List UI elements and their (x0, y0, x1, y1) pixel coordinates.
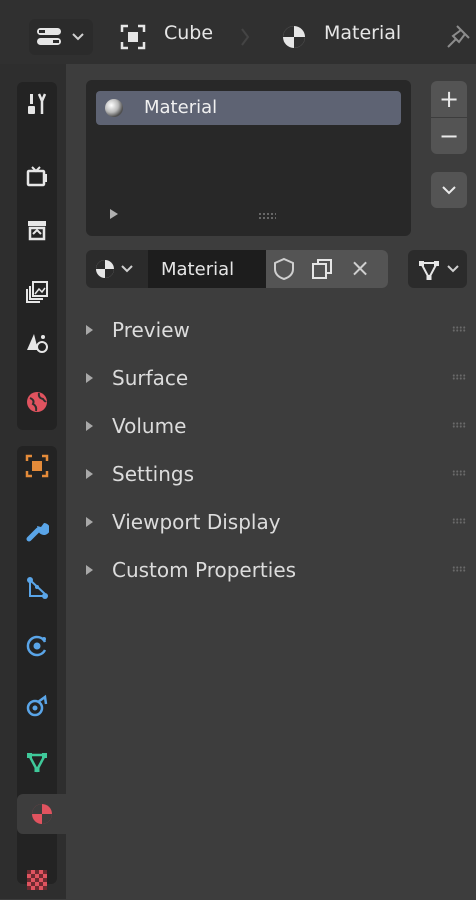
tab-modifiers[interactable] (17, 510, 57, 550)
mesh-link-icon (419, 261, 439, 281)
tab-physics[interactable] (17, 626, 57, 666)
tab-data[interactable] (17, 742, 57, 782)
drag-grip-icon[interactable] (452, 518, 466, 524)
material-slot-row[interactable]: Material (96, 91, 401, 125)
scene-icon (27, 334, 48, 353)
collapse-triangle-icon (86, 517, 93, 527)
breadcrumb-object[interactable]: Cube (164, 22, 213, 44)
material-actions: × (266, 250, 388, 288)
drag-grip-icon[interactable] (452, 326, 466, 332)
section-custom-properties[interactable]: Custom Properties (86, 550, 466, 590)
tab-material[interactable] (17, 794, 66, 834)
view-layer-icon (26, 281, 48, 303)
section-preview[interactable]: Preview (86, 310, 466, 350)
material-link-dropdown[interactable] (408, 250, 467, 288)
particles-icon (27, 577, 48, 599)
collapse-triangle-icon (86, 469, 93, 479)
tab-scene[interactable] (17, 322, 57, 362)
physics-icon (26, 635, 47, 657)
editor-type-dropdown[interactable] (29, 19, 93, 55)
breadcrumb-separator-icon (241, 28, 250, 46)
properties-header: Cube Material (0, 0, 476, 64)
material-red-icon (31, 804, 52, 824)
tab-group-scene (17, 82, 57, 430)
section-surface[interactable]: Surface (86, 358, 466, 398)
section-label: Preview (112, 318, 190, 342)
constraints-icon (26, 694, 48, 717)
collapse-triangle-icon (86, 421, 93, 431)
object-icon (120, 24, 146, 50)
editor-type-icon (37, 28, 84, 45)
object-orange-icon (25, 454, 49, 478)
section-settings[interactable]: Settings (86, 454, 466, 494)
tab-render[interactable] (17, 156, 57, 196)
tab-output[interactable] (17, 210, 57, 250)
drag-grip-icon[interactable] (452, 422, 466, 428)
chevron-down-icon (447, 265, 459, 273)
section-label: Volume (112, 414, 187, 438)
chevron-down-icon (442, 186, 456, 195)
wrench-icon (26, 523, 49, 542)
remove-slot-button[interactable]: − (431, 118, 467, 154)
remove-slot-label: − (438, 122, 460, 150)
tab-world[interactable] (17, 382, 57, 422)
tab-particles[interactable] (17, 568, 57, 608)
tab-texture[interactable] (17, 860, 57, 900)
world-icon (27, 392, 47, 412)
tool-icon (28, 93, 47, 114)
material-name-field[interactable]: Material (148, 250, 266, 288)
tab-view-layer[interactable] (17, 272, 57, 312)
material-browse-icon (96, 260, 114, 278)
tab-tool[interactable] (17, 84, 57, 124)
material-slot-label: Material (144, 97, 218, 118)
drag-grip-icon[interactable] (452, 374, 466, 380)
material-icon (283, 26, 305, 48)
section-viewport-display[interactable]: Viewport Display (86, 502, 466, 542)
section-label: Surface (112, 366, 189, 390)
section-label: Custom Properties (112, 558, 297, 582)
drag-grip-icon[interactable] (452, 566, 466, 572)
texture-icon (27, 870, 47, 890)
duplicate-icon[interactable] (310, 257, 334, 281)
collapse-triangle-icon (86, 565, 93, 575)
list-resize-grip[interactable] (258, 212, 276, 220)
unlink-button[interactable]: × (350, 254, 370, 282)
chevron-down-icon (121, 265, 133, 273)
slot-specials-button[interactable] (431, 172, 467, 208)
breadcrumb-material[interactable]: Material (324, 22, 401, 44)
section-volume[interactable]: Volume (86, 406, 466, 446)
drag-grip-icon[interactable] (452, 470, 466, 476)
list-expand-icon[interactable] (108, 208, 120, 220)
tab-object[interactable] (17, 446, 57, 486)
render-icon (26, 166, 47, 187)
section-label: Settings (112, 462, 195, 486)
pin-icon[interactable] (443, 22, 473, 52)
collapse-triangle-icon (86, 373, 93, 383)
material-sphere-icon (105, 99, 123, 117)
mesh-data-icon (26, 753, 48, 773)
output-icon (28, 221, 46, 241)
section-label: Viewport Display (112, 510, 281, 534)
fake-user-shield-icon[interactable] (272, 257, 296, 281)
add-slot-label: + (438, 85, 460, 113)
add-slot-button[interactable]: + (431, 81, 467, 117)
tab-constraints[interactable] (17, 686, 57, 726)
collapse-triangle-icon (86, 325, 93, 335)
